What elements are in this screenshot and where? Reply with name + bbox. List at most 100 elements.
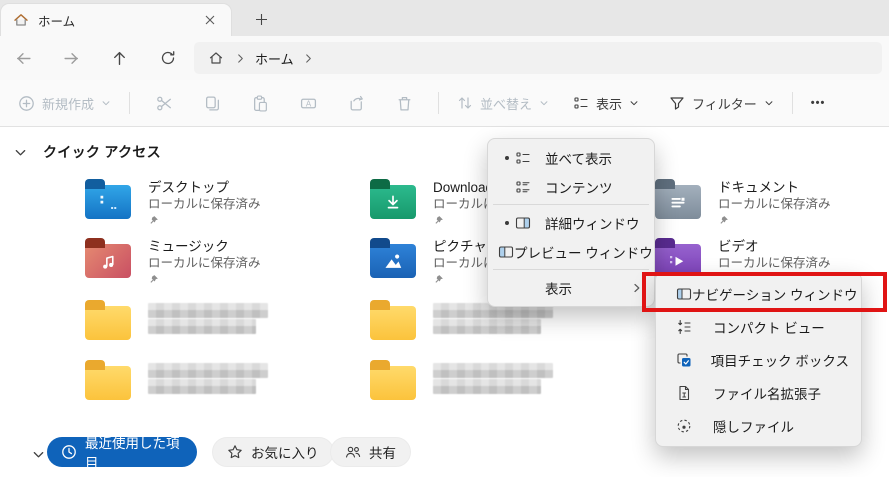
folder-name: ミュージック — [148, 238, 261, 255]
favorites-label: お気に入り — [251, 442, 319, 462]
view-button[interactable]: 表示 — [565, 86, 647, 120]
folder-tile-redacted[interactable] — [370, 359, 553, 400]
rename-icon[interactable]: A — [284, 95, 332, 112]
tab-title: ホーム — [38, 11, 190, 30]
pin-icon — [433, 274, 444, 285]
svg-text:A: A — [305, 99, 311, 108]
refresh-icon[interactable] — [151, 42, 185, 74]
view-options-icon — [573, 95, 589, 111]
pin-icon — [718, 215, 729, 226]
address-bar[interactable]: ホーム — [194, 42, 882, 74]
toolbar-divider — [129, 92, 130, 114]
tab-close-icon[interactable] — [199, 9, 221, 31]
new-tab-button[interactable] — [248, 7, 274, 31]
yellow-folder-icon — [85, 366, 131, 400]
details-pane-icon — [515, 215, 545, 231]
breadcrumb-chevron-icon — [236, 54, 245, 63]
chevron-down-icon — [764, 98, 774, 108]
menu-separator — [493, 204, 649, 205]
selected-bullet — [498, 221, 515, 225]
sort-button[interactable]: 並べ替え — [449, 86, 557, 120]
redacted-folder-name — [148, 303, 268, 318]
more-options-icon[interactable]: ••• — [803, 86, 834, 120]
folder-name: ドキュメント — [718, 179, 831, 196]
toolbar-divider — [438, 92, 439, 114]
clock-icon — [61, 444, 77, 460]
menu-item-item-checkboxes[interactable]: 項目チェック ボックス — [660, 343, 857, 376]
menu-item-label: 隠しファイル — [713, 416, 849, 436]
up-icon[interactable] — [102, 42, 136, 74]
favorites-button[interactable]: お気に入り — [212, 437, 334, 467]
submenu-chevron-icon — [632, 283, 642, 293]
pin-icon — [148, 274, 159, 285]
collapse-chevron-icon[interactable] — [14, 146, 27, 159]
downloads-folder-icon — [370, 185, 416, 219]
menu-item-file-extensions[interactable]: ファイル名拡張子 — [660, 376, 857, 409]
folder-tile-redacted[interactable] — [85, 359, 268, 400]
toolbar-divider — [792, 92, 793, 114]
pictures-folder-icon — [370, 244, 416, 278]
menu-item-content-view[interactable]: コンテンツ — [492, 172, 650, 201]
chevron-down-icon — [629, 98, 639, 108]
menu-item-label: プレビュー ウィンドウ — [514, 242, 653, 262]
compact-view-icon — [676, 319, 713, 335]
breadcrumb-home-item[interactable]: ホーム — [251, 49, 298, 68]
file-extensions-icon — [676, 385, 713, 401]
quick-access-header[interactable]: クイック アクセス — [14, 142, 161, 162]
content-view-icon — [515, 179, 545, 195]
filter-button-label: フィルター — [692, 94, 757, 113]
menu-item-hidden-files[interactable]: 隠しファイル — [660, 409, 857, 442]
shared-button[interactable]: 共有 — [330, 437, 411, 467]
menu-item-preview-pane[interactable]: プレビュー ウィンドウ — [492, 237, 650, 266]
yellow-folder-icon — [370, 366, 416, 400]
back-icon[interactable] — [6, 42, 40, 74]
redacted-folder-name — [148, 363, 268, 378]
explorer-tab-home[interactable]: ホーム — [0, 3, 232, 36]
folder-tile-music[interactable]: ミュージック ローカルに保存済み — [85, 237, 261, 285]
filter-funnel-icon — [669, 95, 685, 111]
pin-icon — [148, 215, 159, 226]
folder-name: デスクトップ — [148, 179, 261, 196]
annotation-highlight-box — [642, 272, 887, 312]
breadcrumb-home-icon[interactable] — [202, 42, 230, 74]
tiles-view-icon — [515, 150, 545, 166]
share-icon[interactable] — [332, 95, 380, 112]
menu-item-details-pane[interactable]: 詳細ウィンドウ — [492, 208, 650, 237]
copy-icon[interactable] — [188, 95, 236, 112]
filter-button[interactable]: フィルター — [661, 86, 782, 120]
cut-icon[interactable] — [140, 95, 188, 112]
people-icon — [345, 444, 361, 460]
folder-tile-documents[interactable]: ドキュメント ローカルに保存済み — [655, 178, 831, 226]
command-bar: 新規作成 A 並べ替え 表示 フィルター — [0, 80, 889, 127]
music-folder-icon — [85, 244, 131, 278]
redacted-folder-name — [148, 379, 256, 394]
yellow-folder-icon — [85, 306, 131, 340]
chevron-down-icon — [539, 98, 549, 108]
menu-item-label: コンパクト ビュー — [713, 317, 849, 337]
menu-item-label: ファイル名拡張子 — [713, 383, 849, 403]
sort-arrows-icon — [457, 95, 473, 111]
preview-pane-icon — [498, 244, 514, 260]
recent-items-button[interactable]: 最近使用した項目 — [47, 437, 197, 467]
paste-icon[interactable] — [236, 95, 284, 112]
new-button[interactable]: 新規作成 — [10, 86, 119, 120]
delete-icon[interactable] — [380, 95, 428, 112]
folder-tile-desktop[interactable]: デスクトップ ローカルに保存済み — [85, 178, 261, 226]
view-button-label: 表示 — [596, 94, 622, 113]
redacted-folder-name — [433, 379, 541, 394]
desktop-folder-icon — [85, 185, 131, 219]
item-checkboxes-icon — [676, 352, 711, 368]
sort-button-label: 並べ替え — [480, 94, 532, 113]
home-tab-icon — [13, 12, 29, 28]
menu-item-tiles-view[interactable]: 並べて表示 — [492, 143, 650, 172]
hidden-files-icon — [676, 418, 713, 434]
menu-item-compact-view[interactable]: コンパクト ビュー — [660, 310, 857, 343]
redacted-folder-name — [433, 363, 553, 378]
forward-icon[interactable] — [54, 42, 88, 74]
folder-tile-redacted[interactable] — [85, 299, 268, 340]
view-dropdown-menu: 並べて表示 コンテンツ 詳細ウィンドウ プレビュー ウィンドウ 表示 — [487, 138, 655, 307]
menu-item-show-submenu[interactable]: 表示 — [492, 273, 650, 302]
chevron-down-icon — [101, 98, 111, 108]
folder-name: ビデオ — [718, 238, 831, 255]
menu-separator — [493, 269, 649, 270]
